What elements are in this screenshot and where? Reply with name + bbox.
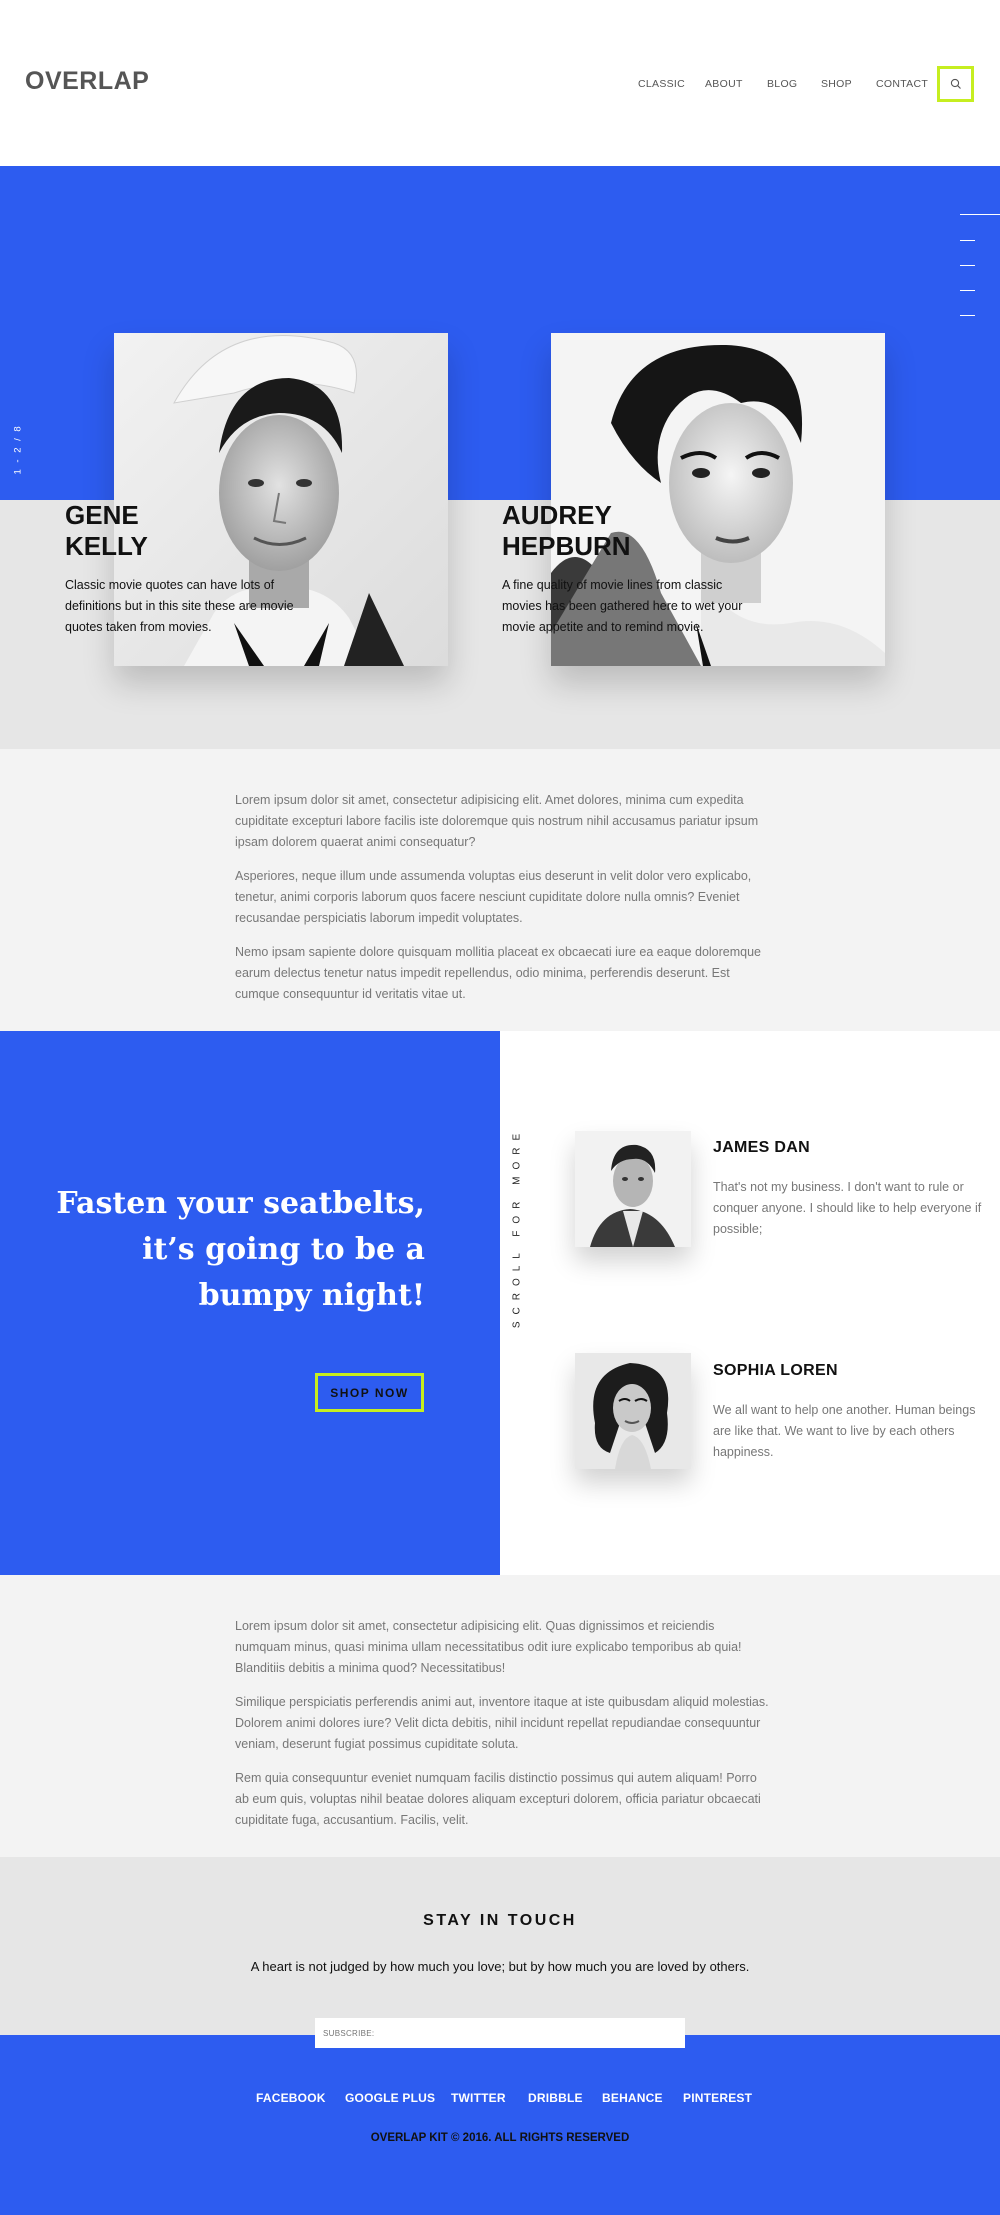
- paragraph: Similique perspiciatis perferendis animi…: [235, 1695, 769, 1751]
- name-line: AUDREY: [502, 500, 612, 530]
- nav-item-blog[interactable]: BLOG: [767, 78, 797, 90]
- hero-desc-gene-kelly: Classic movie quotes can have lots of de…: [65, 578, 294, 634]
- stay-in-touch-section: [0, 1857, 1000, 2035]
- quote-text: Fasten your seatbelts, it’s going to be …: [25, 1181, 425, 1319]
- main-nav: CLASSIC ABOUT BLOG SHOP CONTACT: [0, 78, 1000, 98]
- copyright-text: OVERLAP KIT © 2016. ALL RIGHTS RESERVED: [370, 2132, 630, 2144]
- paragraph: Lorem ipsum dolor sit amet, consectetur …: [235, 793, 759, 849]
- slide-pagination: [960, 214, 1000, 324]
- quote-line: it’s going to be a: [142, 1232, 425, 1267]
- hero-desc-audrey-hepburn: A fine quality of movie lines from class…: [502, 578, 743, 634]
- nav-item-shop[interactable]: SHOP: [821, 78, 852, 90]
- social-link-pinterest[interactable]: PINTEREST: [683, 2091, 752, 2105]
- name-line: HEPBURN: [502, 531, 631, 561]
- social-link-behance[interactable]: BEHANCE: [602, 2091, 663, 2105]
- people-panel: [500, 1031, 1000, 1575]
- quote-panel: Fasten your seatbelts, it’s going to be …: [0, 1031, 500, 1575]
- stay-in-touch-quote: A heart is not judged by how much you lo…: [250, 1959, 750, 1974]
- slide-dot-active[interactable]: [960, 214, 1000, 215]
- social-link-google-plus[interactable]: GOOGLE PLUS: [345, 2091, 435, 2105]
- social-link-dribble[interactable]: DRIBBLE: [528, 2091, 583, 2105]
- nav-item-about[interactable]: ABOUT: [705, 78, 743, 90]
- person-name-sophia-loren: SOPHIA LOREN: [713, 1362, 838, 1379]
- paragraph: Asperiores, neque illum unde assumenda v…: [235, 869, 752, 925]
- shop-now-button[interactable]: SHOP NOW: [315, 1373, 424, 1412]
- scroll-for-more-label[interactable]: SCROLL FOR MORE: [512, 1118, 523, 1338]
- paragraph: Nemo ipsam sapiente dolore quisquam moll…: [235, 945, 762, 1001]
- slide-dot[interactable]: [960, 265, 975, 266]
- person-text-james-dan: That's not my business. I don't want to …: [713, 1180, 982, 1236]
- slide-counter-text: 1 - 2 / 8: [12, 424, 24, 475]
- slide-dot[interactable]: [960, 315, 975, 316]
- quote-line: bumpy night!: [198, 1278, 425, 1313]
- paragraph: Lorem ipsum dolor sit amet, consectetur …: [235, 1619, 742, 1675]
- site-footer: [0, 2035, 1000, 2215]
- quote-line: Fasten your seatbelts,: [56, 1186, 425, 1221]
- sophia-loren-photo: [575, 1353, 691, 1469]
- paragraph: Rem quia consequuntur eveniet numquam fa…: [235, 1771, 761, 1827]
- search-button[interactable]: [937, 66, 974, 102]
- slide-dot[interactable]: [960, 290, 975, 291]
- nav-item-contact[interactable]: CONTACT: [876, 78, 928, 90]
- social-link-twitter[interactable]: TWITTER: [451, 2091, 506, 2105]
- subscribe-input[interactable]: [315, 2018, 685, 2048]
- hero-name-gene-kelly: GENE KELLY: [65, 500, 265, 562]
- person-text-sophia-loren: We all want to help one another. Human b…: [713, 1403, 976, 1459]
- search-icon: [950, 78, 961, 89]
- slide-dot[interactable]: [960, 240, 975, 241]
- site-header: OVERLAP CLASSIC ABOUT BLOG SHOP CONTACT: [0, 0, 1000, 166]
- nav-item-classic[interactable]: CLASSIC: [638, 78, 685, 90]
- hero-name-audrey-hepburn: AUDREY HEPBURN: [502, 500, 702, 562]
- stay-in-touch-title: STAY IN TOUCH: [423, 1912, 577, 1929]
- name-line: KELLY: [65, 531, 148, 561]
- james-dan-photo: [575, 1131, 691, 1247]
- person-name-james-dan: JAMES DAN: [713, 1139, 810, 1156]
- social-link-facebook[interactable]: FACEBOOK: [256, 2091, 326, 2105]
- name-line: GENE: [65, 500, 139, 530]
- slide-counter: 1 - 2 / 8: [12, 424, 24, 475]
